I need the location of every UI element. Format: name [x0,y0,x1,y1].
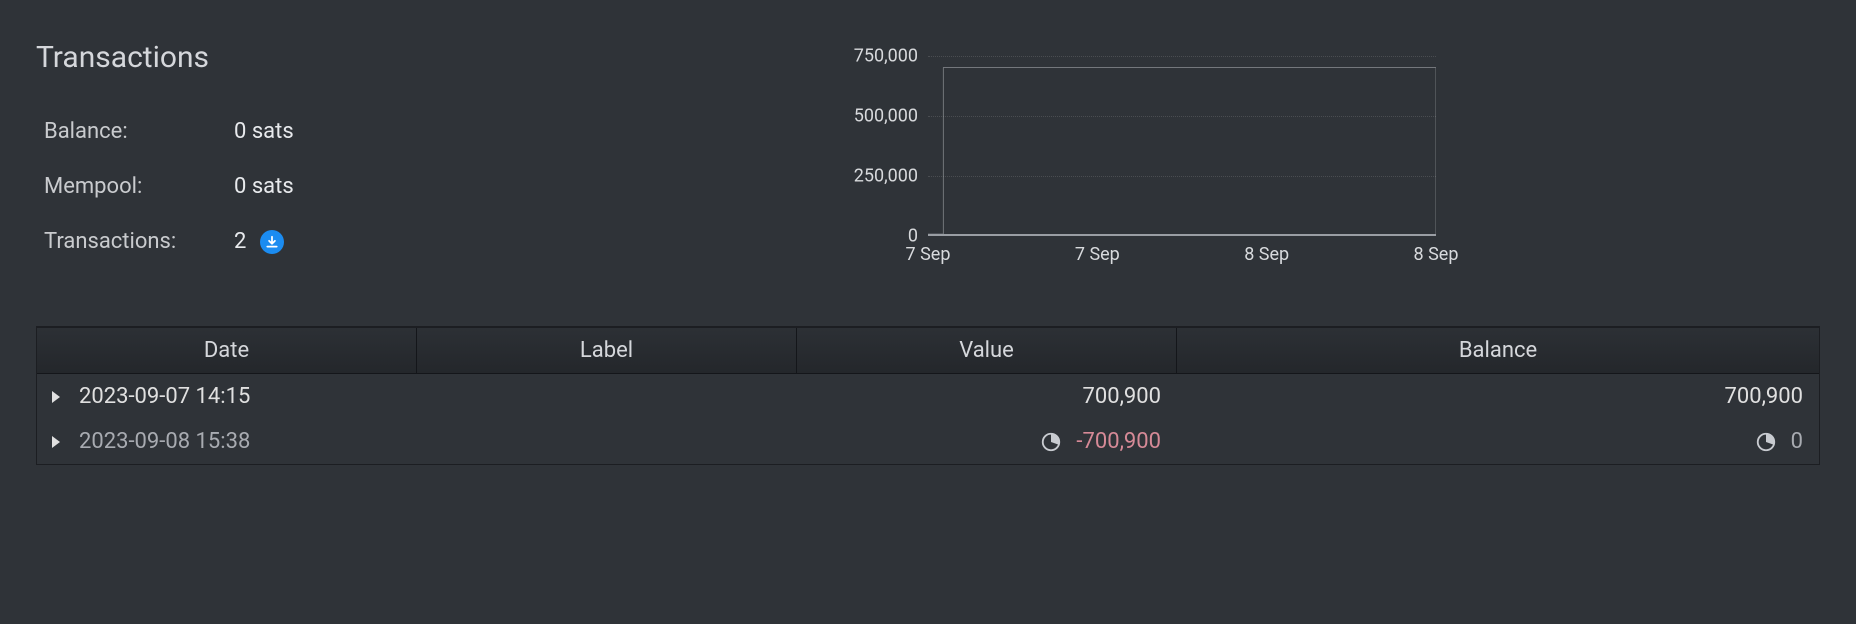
gridline [928,176,1436,177]
x-tick-label: 7 Sep [906,244,951,265]
pie-chart-icon [1755,431,1777,453]
th-balance[interactable]: Balance [1177,328,1819,373]
x-tick-label: 8 Sep [1414,244,1459,265]
transactions-table: Date Label Value Balance 2023-09-07 14:1… [36,326,1820,465]
expand-row-icon[interactable] [51,390,63,404]
cell-date: 2023-09-07 14:15 [79,384,250,409]
balance-value: 0 sats [234,119,816,144]
cell-value: 700,900 [1082,384,1161,409]
cell-label [417,438,797,446]
table-row[interactable]: 2023-09-07 14:15 700,900 700,900 [37,374,1819,419]
mempool-label: Mempool: [44,174,234,199]
gridline [928,56,1436,57]
cell-value: -700,900 [1076,429,1161,454]
transactions-count-label: Transactions: [44,229,234,254]
cell-balance: 0 [1791,429,1803,454]
y-tick-label: 750,000 [854,46,918,67]
cell-date: 2023-09-08 15:38 [79,429,250,454]
th-label[interactable]: Label [417,328,797,373]
gridline [928,116,1436,117]
th-value[interactable]: Value [797,328,1177,373]
page-title: Transactions [36,40,816,75]
th-date[interactable]: Date [37,328,417,373]
stats-grid: Balance: 0 sats Mempool: 0 sats Transact… [36,119,816,254]
y-tick-label: 500,000 [854,106,918,127]
expand-row-icon[interactable] [51,435,63,449]
x-tick-label: 8 Sep [1244,244,1289,265]
balance-label: Balance: [44,119,234,144]
chart-series-line [928,68,1436,234]
mempool-value: 0 sats [234,174,816,199]
transactions-count-value: 2 [234,229,246,254]
table-header: Date Label Value Balance [37,328,1819,374]
balance-chart: 0250,000500,000750,000 7 Sep7 Sep8 Sep8 … [836,56,1436,276]
y-tick-label: 250,000 [854,166,918,187]
x-tick-label: 7 Sep [1075,244,1120,265]
cell-balance: 700,900 [1724,384,1803,409]
export-csv-icon[interactable] [260,230,284,254]
cell-label [417,393,797,401]
table-row[interactable]: 2023-09-08 15:38 -700,900 0 [37,419,1819,464]
pie-chart-icon [1040,431,1062,453]
